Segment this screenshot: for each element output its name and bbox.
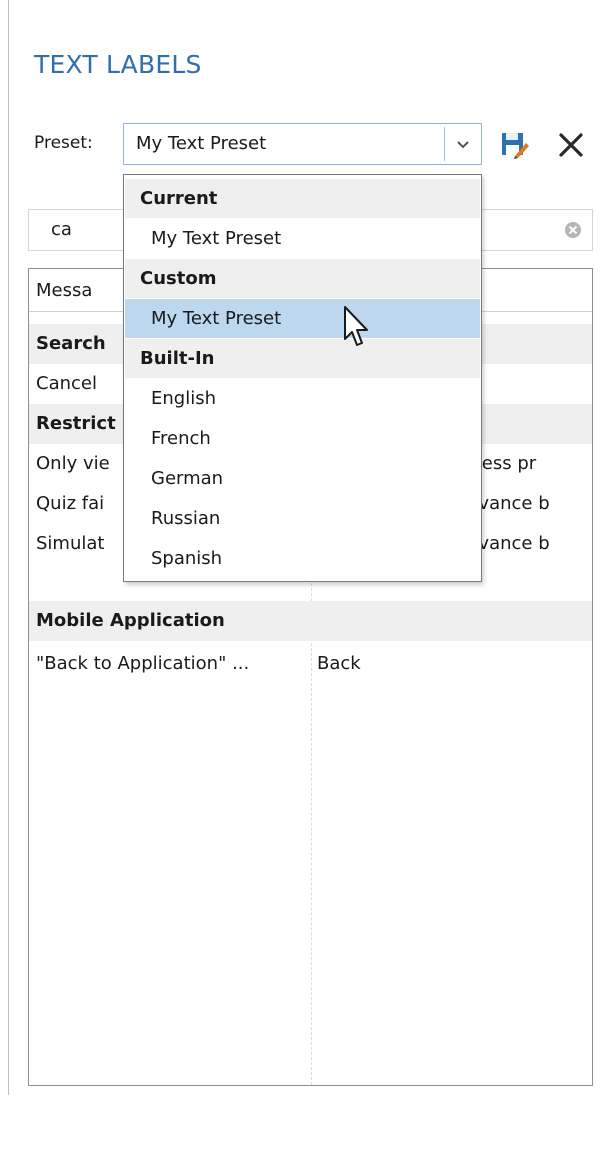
table-row[interactable]: "Back to Application" ... Back	[29, 644, 592, 684]
group-label: Mobile Application	[36, 610, 225, 631]
dropdown-group-current: Current	[125, 179, 480, 218]
dropdown-item[interactable]: Spanish	[125, 539, 480, 578]
dropdown-group-label: Current	[140, 188, 218, 209]
dropdown-item-label: My Text Preset	[151, 228, 282, 249]
chevron-down-icon[interactable]	[454, 134, 472, 154]
clear-search-icon[interactable]	[564, 221, 582, 239]
grid-header-message[interactable]: Messa	[36, 280, 92, 301]
dropdown-item-label: Russian	[151, 508, 221, 529]
preset-label: Preset:	[34, 133, 93, 153]
dropdown-group-custom: Custom	[125, 259, 480, 298]
preset-combobox-value: My Text Preset	[136, 133, 267, 154]
close-icon[interactable]	[556, 130, 586, 160]
dropdown-item-label: English	[151, 388, 216, 409]
dropdown-group-built-in: Built-In	[125, 339, 480, 378]
dropdown-group-label: Built-In	[140, 348, 215, 369]
dropdown-item-label: German	[151, 468, 224, 489]
dropdown-item[interactable]: French	[125, 419, 480, 458]
message-cell: "Back to Application" ...	[36, 653, 250, 674]
dropdown-group-label: Custom	[140, 268, 217, 289]
text-cell[interactable]: dvance b	[467, 493, 592, 514]
save-preset-icon[interactable]	[500, 130, 530, 160]
dropdown-item-label: French	[151, 428, 211, 449]
text-cell[interactable]: Back	[317, 653, 587, 674]
search-input-value: ca	[51, 219, 72, 240]
grid-group-row: Mobile Application	[29, 601, 592, 641]
dropdown-item-label: My Text Preset	[151, 308, 282, 329]
panel-title: TEXT LABELS	[34, 50, 202, 79]
text-cell[interactable]: dvance b	[467, 533, 592, 554]
dropdown-item[interactable]: German	[125, 459, 480, 498]
dropdown-item[interactable]: Russian	[125, 499, 480, 538]
dropdown-item-label: Spanish	[151, 548, 223, 569]
mouse-pointer-icon	[344, 306, 368, 346]
preset-dropdown-list[interactable]: Current My Text Preset Custom My Text Pr…	[123, 174, 482, 582]
preset-combobox[interactable]: My Text Preset	[123, 123, 482, 165]
dropdown-item[interactable]: English	[125, 379, 480, 418]
combobox-separator	[444, 127, 445, 161]
dropdown-item-highlighted[interactable]: My Text Preset	[125, 299, 480, 338]
panel-left-border	[8, 0, 9, 1095]
dropdown-item[interactable]: My Text Preset	[125, 219, 480, 258]
